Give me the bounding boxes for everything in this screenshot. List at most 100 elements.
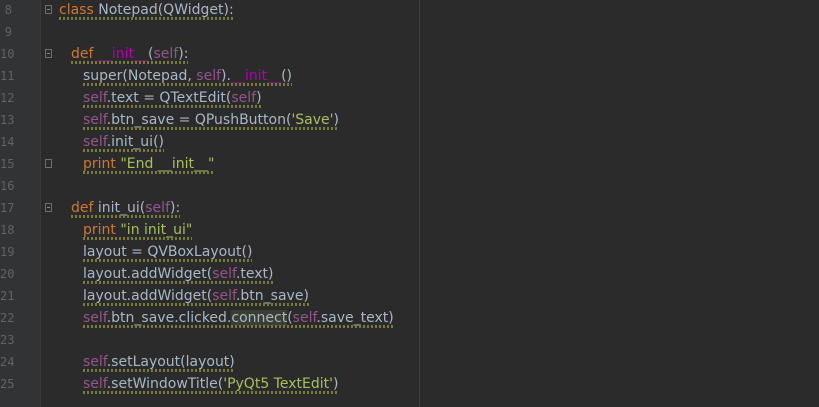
fold-collapse-icon[interactable]	[45, 49, 52, 58]
line-number: 22	[0, 311, 15, 325]
code-line[interactable]: 24 self.setLayout(layout)	[0, 351, 819, 373]
code-token-str: 'PyQt5 TextEdit'	[223, 376, 333, 392]
inspection-underline	[83, 325, 394, 328]
line-number: 17	[0, 201, 15, 215]
code-token-kw: print	[83, 156, 121, 172]
line-number: 19	[0, 245, 15, 259]
code-token-plain: .btn_save = QPushButton(	[106, 112, 292, 128]
code-token-hl: connect	[231, 310, 288, 326]
inspection-underline	[83, 105, 262, 108]
code-token-plain: layout.addWidget(	[83, 288, 213, 304]
line-number: 21	[0, 289, 15, 303]
code-line[interactable]: 13 self.btn_save = QPushButton('Save')	[0, 109, 819, 131]
inspection-underline	[83, 281, 274, 284]
line-number: 15	[0, 157, 15, 171]
line-number: 16	[0, 179, 15, 193]
code-token-plain: layout.addWidget(	[83, 266, 213, 282]
code-line[interactable]: 17 def init_ui(self):	[0, 197, 819, 219]
line-number: 12	[0, 91, 15, 105]
code-token-self: self	[145, 200, 170, 216]
code-token-self: self	[153, 46, 179, 62]
code-token-self: self	[83, 90, 107, 106]
inspection-underline	[83, 127, 339, 130]
code-token-plain: Notepad(QWidget):	[98, 2, 234, 18]
code-token-plain: ):	[170, 200, 181, 216]
code-token-kw: def	[71, 46, 98, 62]
code-token-dunder: __init__	[230, 68, 282, 84]
inspection-underline	[71, 61, 189, 64]
code-token-plain: .save_text)	[316, 310, 394, 326]
inspection-underline	[83, 83, 293, 86]
code-editor[interactable]: 8 class Notepad(QWidget): 9 10 def __init__(…	[0, 0, 819, 407]
code-token-plain: .text = QTextEdit(	[106, 90, 232, 106]
code-token-str: "in init_ui"	[120, 222, 193, 238]
code-line[interactable]: 20 layout.addWidget(self.text)	[0, 263, 819, 285]
line-number: 14	[0, 135, 15, 149]
inspection-underline	[83, 303, 309, 306]
line-number: 10	[0, 47, 15, 61]
code-token-kw: print	[83, 222, 121, 238]
line-number: 25	[0, 377, 15, 391]
line-number: 20	[0, 267, 15, 281]
code-line[interactable]: 25 self.setWindowTitle('PyQt5 TextEdit')	[0, 373, 819, 395]
code-token-plain: ):	[178, 46, 189, 62]
code-token-self: self	[83, 112, 107, 128]
code-token-str: "End __init__"	[120, 156, 215, 172]
line-number: 8	[4, 3, 12, 17]
code-token-plain: )	[332, 376, 339, 392]
code-token-self: self	[83, 354, 107, 370]
code-token-self: self	[292, 310, 317, 326]
code-token-plain: .setLayout(layout)	[106, 354, 235, 370]
code-line[interactable]: 14 self.init_ui()	[0, 131, 819, 153]
code-line[interactable]: 23	[0, 329, 819, 351]
inspection-underline	[71, 215, 181, 218]
code-token-self: self	[83, 134, 107, 150]
code-token-str: 'Save'	[291, 112, 334, 128]
code-line[interactable]: 22 self.btn_save.clicked.connect(self.sav…	[0, 307, 819, 329]
code-token-plain: )	[333, 112, 339, 128]
code-token-self: self	[83, 310, 107, 326]
fold-end-icon[interactable]	[45, 159, 52, 168]
inspection-underline	[83, 237, 193, 240]
fold-collapse-icon[interactable]	[45, 203, 52, 212]
code-token-self: self	[212, 266, 236, 282]
code-token-kw: def	[71, 200, 98, 216]
code-token-self: self	[196, 68, 222, 84]
code-line[interactable]: 11 super(Notepad, self).__init__()	[0, 65, 819, 87]
line-number: 23	[0, 333, 15, 347]
code-line[interactable]: 15 print "End __init__"	[0, 153, 819, 175]
code-line[interactable]: 10 def __init__(self):	[0, 43, 819, 65]
code-token-plain: .btn_save)	[235, 288, 309, 304]
line-number: 9	[4, 25, 12, 39]
inspection-underline	[83, 171, 215, 174]
code-line[interactable]: 18 print "in init_ui"	[0, 219, 819, 241]
code-token-plain: )	[256, 90, 262, 106]
code-token-self: self	[212, 288, 236, 304]
inspection-underline	[83, 149, 164, 152]
line-number: 18	[0, 223, 15, 237]
code-token-plain: layout = QVBoxLayout()	[83, 244, 253, 260]
line-number: 13	[0, 113, 15, 127]
code-token-self: self	[231, 90, 257, 106]
code-line[interactable]: 12 self.text = QTextEdit(self)	[0, 87, 819, 109]
code-token-plain: super(Notepad,	[83, 68, 197, 84]
code-token-plain: init_ui(	[97, 200, 146, 216]
inspection-underline	[83, 259, 253, 262]
code-token-plain: ()	[281, 68, 293, 84]
code-line[interactable]: 8 class Notepad(QWidget):	[0, 0, 819, 21]
inspection-underline	[83, 391, 339, 394]
inspection-underline	[83, 369, 235, 372]
code-line[interactable]: 21 layout.addWidget(self.btn_save)	[0, 285, 819, 307]
code-token-plain: .setWindowTitle(	[106, 376, 224, 392]
fold-collapse-icon[interactable]	[45, 5, 52, 14]
line-number: 11	[0, 69, 15, 83]
code-token-self: self	[83, 376, 107, 392]
code-token-dunder: __init__	[97, 46, 149, 62]
code-token-kw: class	[59, 2, 99, 18]
code-token-plain: .init_ui()	[106, 134, 164, 150]
code-line[interactable]: 16	[0, 175, 819, 197]
code-token-plain: .text)	[235, 266, 274, 282]
code-line[interactable]: 19 layout = QVBoxLayout()	[0, 241, 819, 263]
code-line[interactable]: 9	[0, 21, 819, 43]
code-token-plain: ).	[221, 68, 231, 84]
